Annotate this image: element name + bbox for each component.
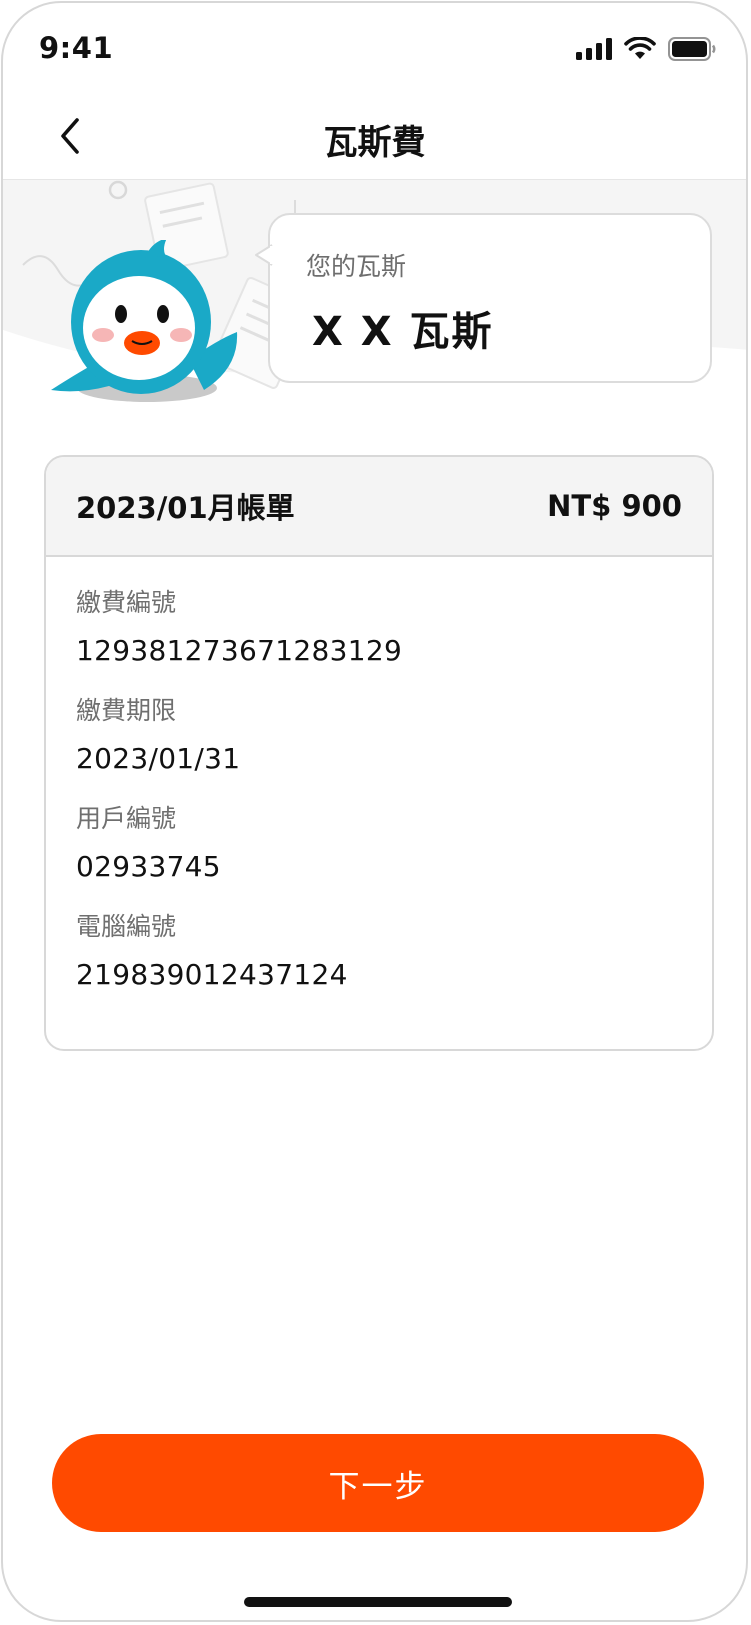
field-value: 02933745 [76,850,221,883]
payment-number-field: 繳費編號 129381273671283129 [76,585,682,671]
bill-card-header: 2023/01月帳單 NT$ 900 [46,457,712,557]
wifi-icon [624,37,656,59]
field-value: 2023/01/31 [76,742,241,775]
bill-details: 繳費編號 129381273671283129 繳費期限 2023/01/31 … [46,557,712,995]
page-title: 瓦斯費 [323,123,426,163]
status-icons [576,37,716,61]
provider-speech-bubble: 您的瓦斯 X X 瓦斯 [255,213,712,383]
customer-number-field: 用戶編號 02933745 [76,801,682,887]
provider-label: 您的瓦斯 [306,252,407,281]
field-label: 繳費編號 [76,588,177,617]
bill-amount: NT$ 900 [547,489,682,523]
computer-number-field: 電腦編號 219839012437124 [76,909,682,995]
navigation-bar: 瓦斯費 [3,93,746,180]
phone-frame: 9:41 瓦斯費 您的瓦斯 X X 瓦斯 2023/01月帳單 NT$ 900 … [1,1,748,1622]
home-indicator [244,1597,512,1607]
battery-icon [668,37,716,61]
bill-card: 2023/01月帳單 NT$ 900 繳費編號 1293812736712831… [44,455,714,1051]
mascot-illustration [51,240,238,402]
cellular-signal-icon [576,38,612,60]
bubble-tail [255,244,273,266]
field-label: 用戶編號 [76,804,177,833]
payment-deadline-field: 繳費期限 2023/01/31 [76,693,682,779]
provider-name: X X 瓦斯 [312,309,494,355]
status-bar: 9:41 [3,3,746,93]
next-step-button[interactable]: 下一步 [52,1434,704,1532]
status-time: 9:41 [39,31,114,65]
field-value: 219839012437124 [76,958,348,991]
field-label: 繳費期限 [76,696,177,725]
field-value: 129381273671283129 [76,634,403,667]
field-label: 電腦編號 [76,912,177,941]
bill-period: 2023/01月帳單 [76,491,295,525]
